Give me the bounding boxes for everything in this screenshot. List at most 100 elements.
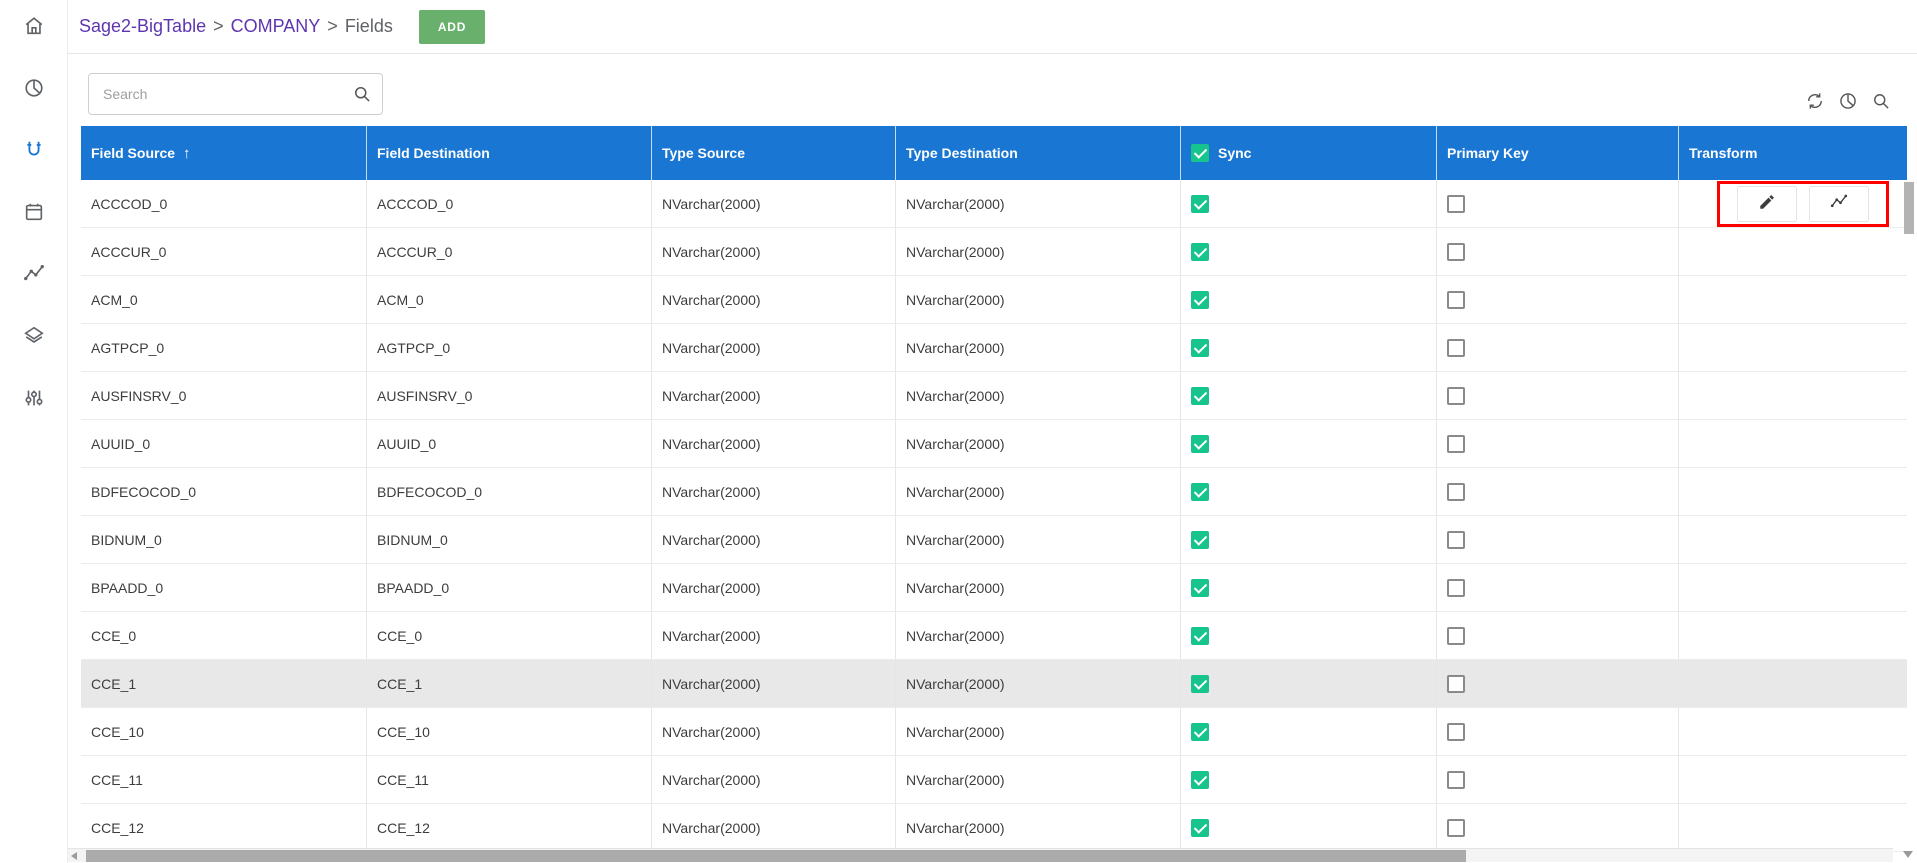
column-label: Primary Key (1447, 145, 1529, 161)
sidebar-item-transforms[interactable] (22, 264, 46, 288)
cell-field-source: BIDNUM_0 (81, 516, 367, 563)
column-header-transform[interactable]: Transform (1679, 126, 1907, 180)
sync-checkbox[interactable] (1191, 771, 1209, 789)
sync-checkbox[interactable] (1191, 531, 1209, 549)
cell-field-source: ACCCUR_0 (81, 228, 367, 275)
table-row: CCE_12 CCE_12 NVarchar(2000) NVarchar(20… (81, 804, 1907, 852)
sync-checkbox[interactable] (1191, 195, 1209, 213)
sidebar-item-connections[interactable] (22, 140, 46, 164)
column-header-type-source[interactable]: Type Source (652, 126, 896, 180)
breadcrumb-entity[interactable]: COMPANY (231, 16, 321, 37)
cell-type-source: NVarchar(2000) (652, 708, 896, 755)
table-row: ACCCOD_0 ACCCOD_0 NVarchar(2000) NVarcha… (81, 180, 1907, 228)
cell-transform (1679, 612, 1907, 659)
add-button[interactable]: ADD (419, 10, 485, 44)
sync-checkbox[interactable] (1191, 579, 1209, 597)
sidebar-item-settings[interactable] (22, 388, 46, 412)
calendar-icon (23, 201, 45, 228)
primary-key-checkbox[interactable] (1447, 339, 1465, 357)
transform-button[interactable] (1809, 186, 1869, 222)
cell-primary-key (1437, 564, 1679, 611)
column-label: Transform (1689, 145, 1757, 161)
sort-ascending-icon[interactable]: ↑ (183, 145, 191, 162)
cell-primary-key (1437, 468, 1679, 515)
primary-key-checkbox[interactable] (1447, 819, 1465, 837)
sidebar-item-layers[interactable] (22, 326, 46, 350)
cell-field-source: AGTPCP_0 (81, 324, 367, 371)
primary-key-checkbox[interactable] (1447, 723, 1465, 741)
cell-transform (1679, 324, 1907, 371)
sidebar-item-home[interactable] (22, 16, 46, 40)
edit-button[interactable] (1737, 186, 1797, 222)
sync-checkbox[interactable] (1191, 819, 1209, 837)
sync-checkbox[interactable] (1191, 627, 1209, 645)
cell-transform (1679, 756, 1907, 803)
primary-key-checkbox[interactable] (1447, 531, 1465, 549)
column-header-type-destination[interactable]: Type Destination (896, 126, 1181, 180)
column-header-primary-key[interactable]: Primary Key (1437, 126, 1679, 180)
vertical-scrollbar-down-arrow[interactable] (1903, 851, 1913, 858)
search-input[interactable] (88, 73, 383, 115)
home-icon (23, 15, 45, 42)
table-row: ACCCUR_0 ACCCUR_0 NVarchar(2000) NVarcha… (81, 228, 1907, 276)
primary-key-checkbox[interactable] (1447, 627, 1465, 645)
primary-key-checkbox[interactable] (1447, 195, 1465, 213)
vertical-scrollbar-thumb[interactable] (1904, 182, 1914, 234)
layers-icon (23, 325, 45, 352)
data-usage-icon[interactable] (1838, 91, 1858, 111)
column-header-sync[interactable]: Sync (1181, 126, 1437, 180)
horizontal-scrollbar-thumb[interactable] (86, 850, 1466, 862)
cell-field-source: CCE_10 (81, 708, 367, 755)
breadcrumb-current: Fields (345, 16, 393, 37)
column-header-field-destination[interactable]: Field Destination (367, 126, 652, 180)
primary-key-checkbox[interactable] (1447, 387, 1465, 405)
sync-checkbox[interactable] (1191, 675, 1209, 693)
cell-field-destination: AUSFINSRV_0 (367, 372, 652, 419)
cell-type-destination: NVarchar(2000) (896, 276, 1181, 323)
sync-all-checkbox[interactable] (1191, 144, 1209, 162)
cell-field-destination: CCE_11 (367, 756, 652, 803)
sync-checkbox[interactable] (1191, 339, 1209, 357)
column-search-icon[interactable] (1871, 91, 1891, 111)
cell-field-source: AUSFINSRV_0 (81, 372, 367, 419)
primary-key-checkbox[interactable] (1447, 243, 1465, 261)
primary-key-checkbox[interactable] (1447, 291, 1465, 309)
column-header-field-source[interactable]: Field Source ↑ (81, 126, 367, 180)
cell-field-destination: CCE_1 (367, 660, 652, 707)
sidebar (0, 0, 68, 863)
sync-checkbox[interactable] (1191, 483, 1209, 501)
cell-type-destination: NVarchar(2000) (896, 420, 1181, 467)
primary-key-checkbox[interactable] (1447, 483, 1465, 501)
refresh-icon[interactable] (1805, 91, 1825, 111)
cell-type-destination: NVarchar(2000) (896, 804, 1181, 851)
sidebar-item-schedule[interactable] (22, 202, 46, 226)
horizontal-scrollbar[interactable] (68, 848, 1893, 862)
cell-sync (1181, 660, 1437, 707)
primary-key-checkbox[interactable] (1447, 435, 1465, 453)
table-row: BIDNUM_0 BIDNUM_0 NVarchar(2000) NVarcha… (81, 516, 1907, 564)
cell-transform (1679, 228, 1907, 275)
primary-key-checkbox[interactable] (1447, 579, 1465, 597)
primary-key-checkbox[interactable] (1447, 675, 1465, 693)
cell-primary-key (1437, 612, 1679, 659)
cell-type-source: NVarchar(2000) (652, 468, 896, 515)
cell-primary-key (1437, 804, 1679, 851)
search-icon[interactable] (352, 84, 372, 104)
sync-checkbox[interactable] (1191, 387, 1209, 405)
table-row: CCE_0 CCE_0 NVarchar(2000) NVarchar(2000… (81, 612, 1907, 660)
sync-checkbox[interactable] (1191, 291, 1209, 309)
cell-type-destination: NVarchar(2000) (896, 180, 1181, 227)
cell-primary-key (1437, 372, 1679, 419)
cell-primary-key (1437, 708, 1679, 755)
sidebar-item-dashboard[interactable] (22, 78, 46, 102)
horizontal-scrollbar-left-arrow[interactable] (71, 852, 77, 860)
sync-checkbox[interactable] (1191, 723, 1209, 741)
sync-checkbox[interactable] (1191, 243, 1209, 261)
breadcrumb-table[interactable]: Sage2-BigTable (79, 16, 206, 37)
cell-type-source: NVarchar(2000) (652, 420, 896, 467)
primary-key-checkbox[interactable] (1447, 771, 1465, 789)
table-row: AUUID_0 AUUID_0 NVarchar(2000) NVarchar(… (81, 420, 1907, 468)
sync-checkbox[interactable] (1191, 435, 1209, 453)
cell-type-source: NVarchar(2000) (652, 756, 896, 803)
cell-sync (1181, 228, 1437, 275)
